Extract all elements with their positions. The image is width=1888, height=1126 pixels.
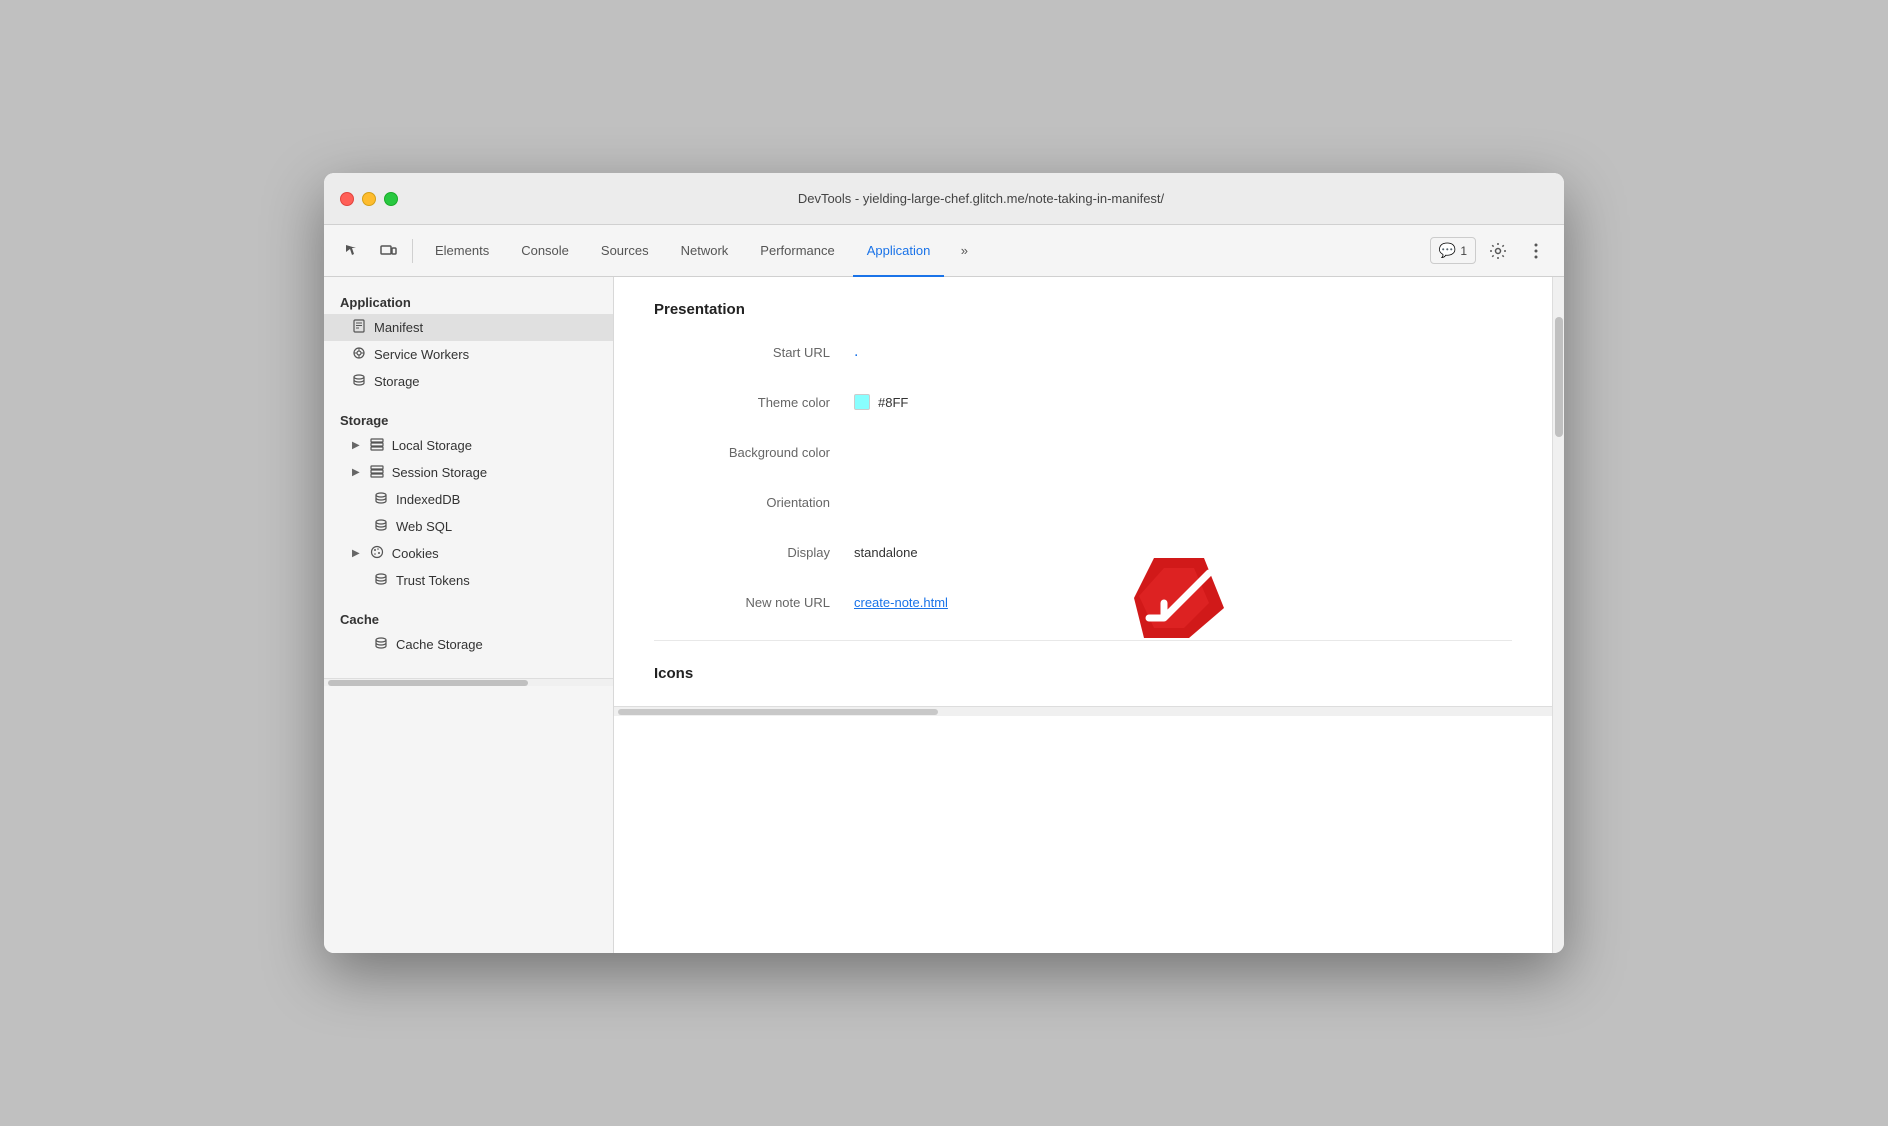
cache-storage-icon [374,636,388,653]
manifest-icon [352,319,366,336]
right-scrollbar[interactable] [1552,277,1564,953]
devtools-window: DevTools - yielding-large-chef.glitch.me… [324,173,1564,953]
content-inner: Presentation Start URL . Theme color #8F… [614,277,1552,706]
cookies-chevron: ▶ [352,548,360,559]
theme-color-text: #8FF [878,395,908,410]
messages-button[interactable]: 💬 1 [1430,237,1476,264]
manifest-label: Manifest [374,320,423,335]
tab-network[interactable]: Network [667,225,743,277]
new-note-url-row: New note URL create-note.html [654,588,1512,616]
close-button[interactable] [340,192,354,206]
storage-label: Storage [374,374,420,389]
orientation-row: Orientation [654,488,1512,516]
presentation-title: Presentation [654,301,1512,318]
settings-button[interactable] [1482,235,1514,267]
tab-console[interactable]: Console [507,225,583,277]
indexeddb-label: IndexedDB [396,492,460,507]
minimize-button[interactable] [362,192,376,206]
inspect-element-button[interactable] [336,235,368,267]
tab-application[interactable]: Application [853,225,945,277]
right-scrollbar-thumb [1555,317,1563,437]
indexeddb-icon [374,491,388,508]
content-scrollbar-thumb [618,709,938,715]
tab-sources[interactable]: Sources [587,225,663,277]
application-section-title: Application [324,289,613,314]
icons-title: Icons [654,665,1512,682]
trust-tokens-icon [374,572,388,589]
display-row: Display standalone [654,538,1512,566]
tab-performance[interactable]: Performance [746,225,848,277]
start-url-label: Start URL [654,345,854,360]
sidebar-item-web-sql[interactable]: Web SQL [324,513,613,540]
chat-icon: 💬 [1439,242,1456,259]
traffic-lights [340,192,398,206]
sidebar-scrollbar[interactable] [324,678,613,686]
sidebar-item-session-storage[interactable]: ▶ Session Storage [324,459,613,486]
new-note-url-label: New note URL [654,595,854,610]
sidebar-item-cache-storage[interactable]: Cache Storage [324,631,613,658]
websql-label: Web SQL [396,519,452,534]
storage-main-icon [352,373,366,390]
toolbar-right: 💬 1 [1430,235,1552,267]
session-storage-label: Session Storage [392,465,487,480]
service-workers-icon [352,346,366,363]
orientation-label: Orientation [654,495,854,510]
sidebar-item-trust-tokens[interactable]: Trust Tokens [324,567,613,594]
trust-tokens-label: Trust Tokens [396,573,470,588]
service-workers-label: Service Workers [374,347,469,362]
storage-section-title: Storage [324,407,613,432]
device-toolbar-button[interactable] [372,235,404,267]
sidebar-item-service-workers[interactable]: Service Workers [324,341,613,368]
cache-section-title: Cache [324,606,613,631]
cookies-icon [370,545,384,562]
websql-icon [374,518,388,535]
cookies-label: Cookies [392,546,439,561]
content-bottom-scrollbar[interactable] [614,706,1552,716]
sidebar-scrollbar-thumb [328,680,528,686]
window-title: DevTools - yielding-large-chef.glitch.me… [414,191,1548,206]
background-color-row: Background color [654,438,1512,466]
display-value: standalone [854,545,918,560]
cache-storage-label: Cache Storage [396,637,483,652]
new-note-url-value[interactable]: create-note.html [854,595,948,610]
tab-elements[interactable]: Elements [421,225,503,277]
sidebar-item-manifest[interactable]: Manifest [324,314,613,341]
main-area: Application Manifest Service Workers Sto… [324,277,1564,953]
sidebar-item-cookies[interactable]: ▶ Cookies [324,540,613,567]
session-storage-icon [370,464,384,481]
sidebar-item-storage[interactable]: Storage [324,368,613,395]
toolbar: Elements Console Sources Network Perform… [324,225,1564,277]
more-options-button[interactable] [1520,235,1552,267]
local-storage-chevron: ▶ [352,440,360,451]
theme-color-value: #8FF [854,394,908,410]
start-url-value: . [854,343,858,361]
start-url-row: Start URL . [654,338,1512,366]
sidebar: Application Manifest Service Workers Sto… [324,277,614,953]
display-label: Display [654,545,854,560]
session-storage-chevron: ▶ [352,467,360,478]
arrow-annotation [1134,558,1224,643]
sidebar-item-indexeddb[interactable]: IndexedDB [324,486,613,513]
section-divider [654,640,1512,641]
theme-color-label: Theme color [654,395,854,410]
content-area: Presentation Start URL . Theme color #8F… [614,277,1552,953]
theme-color-row: Theme color #8FF [654,388,1512,416]
theme-color-swatch[interactable] [854,394,870,410]
maximize-button[interactable] [384,192,398,206]
local-storage-icon [370,437,384,454]
sidebar-item-local-storage[interactable]: ▶ Local Storage [324,432,613,459]
background-color-label: Background color [654,445,854,460]
toolbar-separator [412,239,413,263]
local-storage-label: Local Storage [392,438,472,453]
title-bar: DevTools - yielding-large-chef.glitch.me… [324,173,1564,225]
more-tabs-button[interactable]: » [948,235,980,267]
